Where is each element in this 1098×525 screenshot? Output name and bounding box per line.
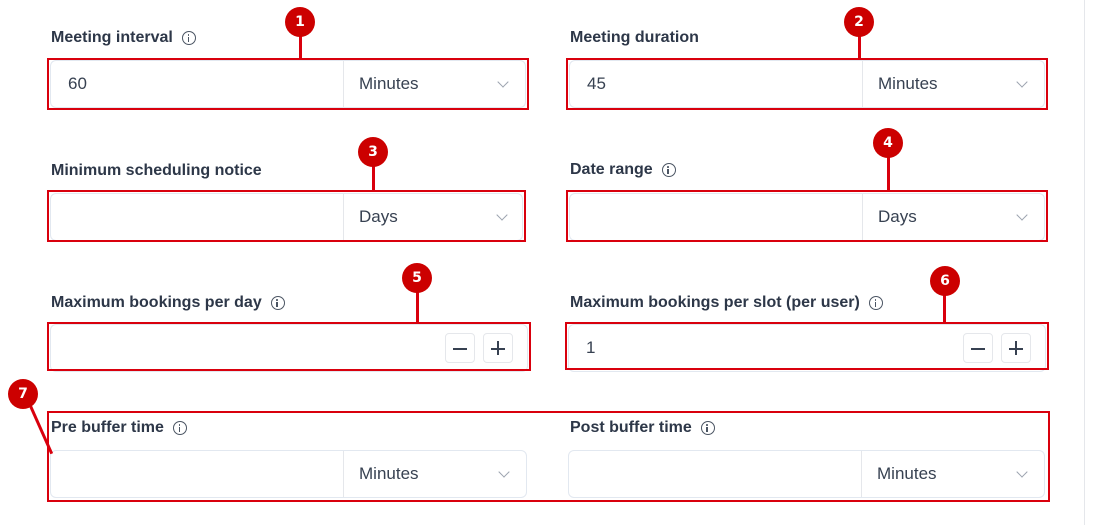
- callout-connector-4: [887, 157, 890, 191]
- meeting-duration-label-text: Meeting duration: [570, 29, 699, 46]
- callout-connector-5: [416, 291, 419, 323]
- callout-connector-1: [299, 34, 302, 59]
- callout-connector-2: [858, 34, 861, 59]
- min-notice-label: Minimum scheduling notice: [51, 162, 262, 180]
- highlight-box-6: [565, 322, 1049, 370]
- meeting-interval-label: Meeting interval: [51, 29, 196, 47]
- max-per-slot-label: Maximum bookings per slot (per user): [570, 294, 883, 312]
- meeting-interval-label-text: Meeting interval: [51, 29, 173, 46]
- info-icon[interactable]: [868, 296, 883, 310]
- highlight-box-2: [566, 58, 1048, 110]
- page-edge-divider: [1084, 0, 1085, 525]
- callout-badge-1: 1: [285, 7, 315, 37]
- callout-badge-5: 5: [402, 263, 432, 293]
- callout-badge-6: 6: [930, 266, 960, 296]
- highlight-box-4: [566, 190, 1048, 242]
- min-notice-label-text: Minimum scheduling notice: [51, 162, 262, 179]
- date-range-label: Date range: [570, 161, 676, 179]
- callout-connector-6: [943, 294, 946, 323]
- highlight-box-7: [47, 411, 1050, 502]
- info-icon[interactable]: [661, 163, 676, 177]
- callout-badge-3: 3: [358, 137, 388, 167]
- callout-badge-2: 2: [844, 7, 874, 37]
- max-per-day-label-text: Maximum bookings per day: [51, 294, 262, 311]
- max-per-slot-label-text: Maximum bookings per slot (per user): [570, 294, 860, 311]
- max-per-day-label: Maximum bookings per day: [51, 294, 285, 312]
- callout-badge-7: 7: [8, 379, 38, 409]
- callout-badge-4: 4: [873, 128, 903, 158]
- info-icon[interactable]: [181, 31, 196, 45]
- info-icon[interactable]: [270, 296, 285, 310]
- highlight-box-1: [47, 58, 529, 110]
- highlight-box-5: [47, 322, 531, 371]
- meeting-duration-label: Meeting duration: [570, 29, 699, 47]
- highlight-box-3: [47, 190, 526, 242]
- callout-connector-3: [372, 165, 375, 191]
- date-range-label-text: Date range: [570, 161, 653, 178]
